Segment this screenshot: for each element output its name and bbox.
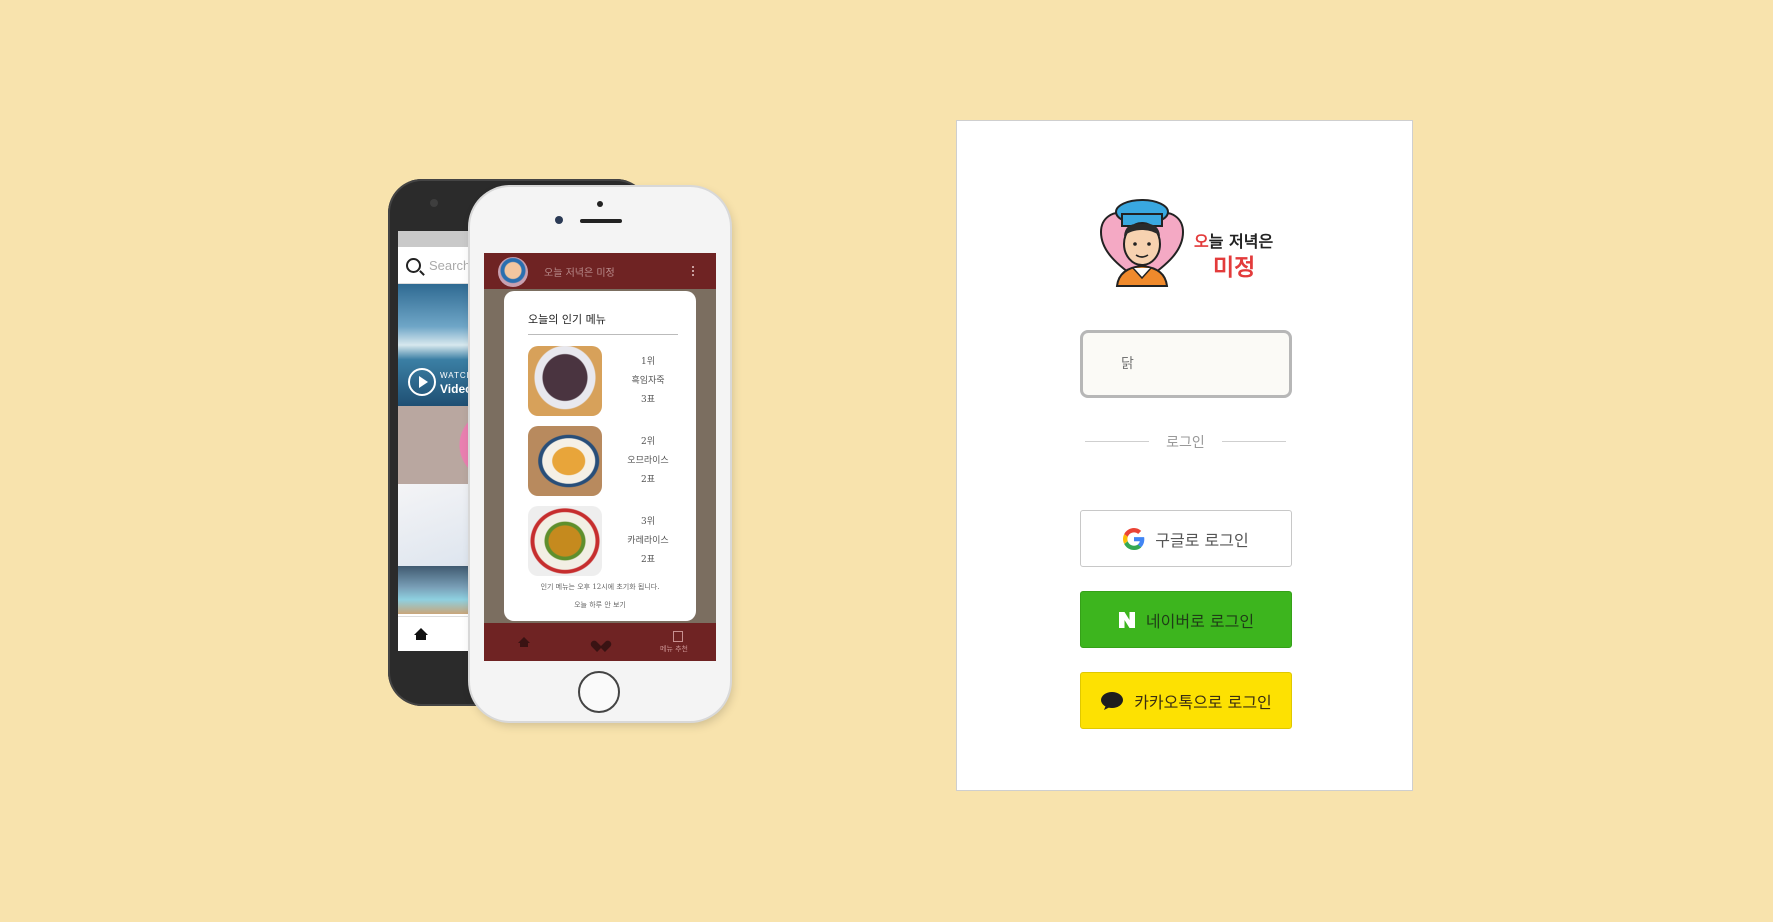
play-icon: [408, 368, 436, 396]
nav-menu-label[interactable]: 메뉴 추천: [660, 644, 688, 654]
kebab-icon: [692, 266, 694, 268]
app-header: 오늘 저녁은 미정: [484, 253, 716, 289]
front-camera: [555, 216, 563, 224]
google-icon: [1123, 527, 1145, 550]
reset-notice: 인기 메뉴는 오후 12시에 초기화 됩니다.: [540, 583, 660, 591]
rank-menu-name: 오므라이스: [627, 456, 669, 466]
naver-login-button[interactable]: 네이버로 로그인: [1080, 591, 1292, 648]
home-icon[interactable]: [518, 637, 530, 647]
food-photo: [528, 426, 602, 496]
rank-votes: 3표: [640, 395, 655, 405]
logo-text-line2: 미정: [1213, 255, 1256, 281]
rank-item: 3위 카레라이스 2표: [528, 506, 688, 576]
google-login-label: 구글로 로그인: [1155, 530, 1249, 550]
rank-menu-name: 카레라이스: [627, 536, 669, 546]
home-icon: [414, 628, 428, 640]
rank-votes: 2표: [640, 475, 655, 485]
popular-menu-popup: 오늘의 인기 메뉴 1위 흑임자죽 3표 2위 오므라이스 2표 3위 카레라이…: [504, 291, 696, 621]
rank-number: 3위: [640, 517, 655, 527]
camera-dot: [430, 199, 438, 207]
hide-today-link[interactable]: 오늘 하루 안 보기: [504, 600, 696, 610]
watch-label: WATCH: [440, 371, 474, 380]
popup-divider: [528, 334, 678, 335]
rank-number: 1위: [640, 357, 655, 367]
rank-number: 2위: [640, 437, 655, 447]
divider-line-right: [1222, 441, 1286, 442]
phone-mockup-front: 오늘 저녁은 미정 오늘의 인기 메뉴 1위 흑임자죽 3표 2위 오므라이스 …: [470, 187, 730, 721]
kakao-login-button[interactable]: 카카오톡으로 로그인: [1080, 672, 1292, 729]
menu-icon[interactable]: [673, 631, 683, 642]
food-photo: [528, 346, 602, 416]
earpiece-speaker: [580, 219, 622, 223]
app-logo-avatar: [498, 257, 528, 287]
heart-icon[interactable]: [595, 636, 607, 648]
proximity-sensor: [597, 201, 603, 207]
food-photo: [528, 506, 602, 576]
google-login-button[interactable]: 구글로 로그인: [1080, 510, 1292, 567]
rank-item: 2위 오므라이스 2표: [528, 426, 688, 496]
kakao-login-label: 카카오톡으로 로그인: [1134, 692, 1272, 712]
home-button: [578, 671, 620, 713]
kakao-icon: [1101, 691, 1124, 710]
rank-menu-name: 흑임자죽: [631, 376, 665, 386]
popup-title: 오늘의 인기 메뉴: [528, 313, 606, 326]
chef-logo-icon: [1099, 199, 1185, 287]
search-icon: [406, 257, 421, 273]
app-bottom-nav: 메뉴 추천: [484, 623, 716, 661]
video-label: Video: [440, 382, 473, 396]
logo-accent-char: 오: [1194, 232, 1209, 251]
naver-icon: [1118, 611, 1135, 628]
front-phone-screen: 오늘 저녁은 미정 오늘의 인기 메뉴 1위 흑임자죽 3표 2위 오므라이스 …: [484, 253, 716, 661]
login-divider-label: 로그인: [1166, 435, 1205, 451]
search-input[interactable]: [1080, 330, 1292, 398]
rank-item: 1위 흑임자죽 3표: [528, 346, 688, 416]
login-card: 오늘 저녁은 미정 로그인 구글로 로그인 네이버로 로그인 카카오톡으로 로그…: [956, 120, 1413, 791]
app-title: 오늘 저녁은 미정: [544, 268, 615, 279]
rank-votes: 2표: [640, 555, 655, 565]
naver-login-label: 네이버로 로그인: [1145, 611, 1255, 631]
search-placeholder: Search: [429, 257, 471, 273]
